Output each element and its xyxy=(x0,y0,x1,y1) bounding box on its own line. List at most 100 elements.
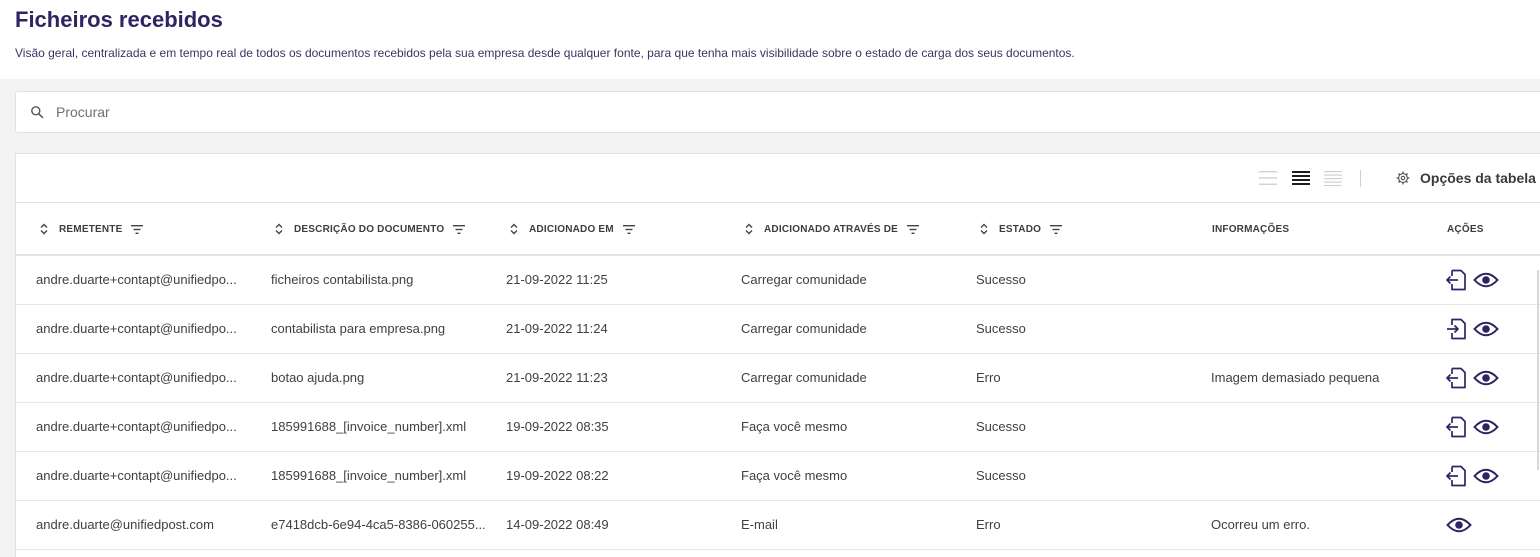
column-header-info: INFORMAÇÕES xyxy=(1212,203,1289,255)
info-cell xyxy=(1211,403,1431,451)
page-subtitle: Visão geral, centralizada e em tempo rea… xyxy=(15,46,1075,60)
table-options-button[interactable]: Opções da tabela xyxy=(1396,166,1536,190)
table-row[interactable]: andre.duarte+contapt@unifiedpo... botao … xyxy=(16,354,1540,403)
toolbar-divider xyxy=(1360,170,1361,187)
status-cell: Sucesso xyxy=(976,468,1026,483)
table-toolbar: Opções da tabela xyxy=(16,154,1540,203)
row-actions xyxy=(1446,366,1499,390)
column-header-status[interactable]: ESTADO xyxy=(979,203,1063,255)
column-header-sender[interactable]: REMETENTE xyxy=(39,203,144,255)
column-label: DESCRIÇÃO DO DOCUMENTO xyxy=(294,223,445,235)
view-icon[interactable] xyxy=(1473,467,1499,485)
search-input[interactable] xyxy=(56,92,1456,132)
added-on-cell: 14-09-2022 08:49 xyxy=(506,517,609,532)
status-cell: Erro xyxy=(976,517,1001,532)
export-document-icon[interactable] xyxy=(1446,269,1466,291)
table-options-label: Opções da tabela xyxy=(1420,170,1536,186)
column-header-added-via[interactable]: ADICIONADO ATRAVÉS DE xyxy=(744,203,920,255)
filter-icon[interactable] xyxy=(131,224,144,234)
added-via-cell: Carregar comunidade xyxy=(741,321,867,336)
info-cell xyxy=(1211,256,1431,304)
sort-icon[interactable] xyxy=(744,223,754,235)
description-cell: e7418dcb-6e94-4ca5-8386-060255... xyxy=(271,517,486,532)
filter-icon[interactable] xyxy=(622,224,635,234)
description-cell: 185991688_[invoice_number].xml xyxy=(271,419,467,434)
status-cell: Sucesso xyxy=(976,419,1026,434)
export-document-icon[interactable] xyxy=(1446,416,1466,438)
status-cell: Erro xyxy=(976,370,1001,385)
description-cell: 185991688_[invoice_number].xml xyxy=(271,468,467,483)
sort-icon[interactable] xyxy=(979,223,989,235)
column-label: ADICIONADO ATRAVÉS DE xyxy=(764,223,899,235)
status-cell: Sucesso xyxy=(976,321,1026,336)
description-cell: ficheiros contabilista.png xyxy=(271,272,414,287)
import-document-icon[interactable] xyxy=(1446,318,1466,340)
column-label: AÇÕES xyxy=(1447,223,1484,235)
row-actions xyxy=(1446,513,1472,537)
sender-cell: andre.duarte+contapt@unifiedpo... xyxy=(36,272,237,287)
standard-density-icon[interactable] xyxy=(1292,170,1310,186)
table-row[interactable]: andre.duarte+contapt@unifiedpo... 185991… xyxy=(16,452,1540,501)
added-on-cell: 21-09-2022 11:25 xyxy=(506,272,608,287)
search-bar xyxy=(15,91,1540,133)
description-cell: botao ajuda.png xyxy=(271,370,365,385)
info-cell xyxy=(1211,305,1431,353)
sender-cell: andre.duarte+contapt@unifiedpo... xyxy=(36,321,237,336)
view-icon[interactable] xyxy=(1446,516,1472,534)
view-icon[interactable] xyxy=(1473,271,1499,289)
added-on-cell: 21-09-2022 11:24 xyxy=(506,321,608,336)
added-via-cell: Carregar comunidade xyxy=(741,272,867,287)
sort-icon[interactable] xyxy=(509,223,519,235)
info-cell: Imagem demasiado pequena xyxy=(1211,370,1380,385)
column-label: ADICIONADO EM xyxy=(529,223,614,235)
sender-cell: andre.duarte+contapt@unifiedpo... xyxy=(36,468,237,483)
sort-icon[interactable] xyxy=(274,223,284,235)
received-files-table: Opções da tabela REMETENTE DESCRIÇÃO DO … xyxy=(15,153,1540,557)
column-header-added-on[interactable]: ADICIONADO EM xyxy=(509,203,635,255)
info-cell xyxy=(1211,452,1431,500)
column-label: REMETENTE xyxy=(59,223,123,235)
page-title: Ficheiros recebidos xyxy=(15,7,223,32)
added-via-cell: Faça você mesmo xyxy=(741,468,848,483)
view-icon[interactable] xyxy=(1473,369,1499,387)
sender-cell: andre.duarte+contapt@unifiedpo... xyxy=(36,419,237,434)
row-actions xyxy=(1446,317,1499,341)
added-via-cell: Faça você mesmo xyxy=(741,419,848,434)
table-row[interactable]: andre.duarte+contapt@unifiedpo... 185991… xyxy=(16,403,1540,452)
comfortable-density-icon[interactable] xyxy=(1324,170,1342,186)
table-row[interactable]: andre.duarte+contapt@unifiedpo... contab… xyxy=(16,305,1540,354)
filter-icon[interactable] xyxy=(907,224,920,234)
export-document-icon[interactable] xyxy=(1446,465,1466,487)
filter-icon[interactable] xyxy=(453,224,466,234)
gear-icon xyxy=(1396,171,1410,185)
row-actions xyxy=(1446,464,1499,488)
compact-density-icon[interactable] xyxy=(1259,170,1277,186)
added-on-cell: 19-09-2022 08:22 xyxy=(506,468,609,483)
row-actions xyxy=(1446,415,1499,439)
sender-cell: andre.duarte@unifiedpost.com xyxy=(36,517,214,532)
column-header-description[interactable]: DESCRIÇÃO DO DOCUMENTO xyxy=(274,203,466,255)
sender-cell: andre.duarte+contapt@unifiedpo... xyxy=(36,370,237,385)
table-row[interactable]: andre.duarte+contapt@unifiedpo... fichei… xyxy=(16,256,1540,305)
description-cell: contabilista para empresa.png xyxy=(271,321,446,336)
view-icon[interactable] xyxy=(1473,418,1499,436)
filter-icon[interactable] xyxy=(1050,224,1063,234)
view-icon[interactable] xyxy=(1473,320,1499,338)
added-on-cell: 21-09-2022 11:23 xyxy=(506,370,608,385)
scrollbar[interactable] xyxy=(1537,270,1539,470)
table-header: REMETENTE DESCRIÇÃO DO DOCUMENTO ADICION… xyxy=(16,203,1540,256)
info-cell: Ocorreu um erro. xyxy=(1211,517,1310,532)
page-header: Ficheiros recebidos Visão geral, central… xyxy=(0,0,1540,79)
added-on-cell: 19-09-2022 08:35 xyxy=(506,419,609,434)
table-row[interactable]: andre.duarte@unifiedpost.com e7418dcb-6e… xyxy=(16,501,1540,550)
added-via-cell: E-mail xyxy=(741,517,778,532)
added-via-cell: Carregar comunidade xyxy=(741,370,867,385)
export-document-icon[interactable] xyxy=(1446,367,1466,389)
sort-icon[interactable] xyxy=(39,223,49,235)
column-header-actions: AÇÕES xyxy=(1447,203,1484,255)
row-actions xyxy=(1446,268,1499,292)
status-cell: Sucesso xyxy=(976,272,1026,287)
search-icon xyxy=(31,106,44,119)
column-label: INFORMAÇÕES xyxy=(1212,223,1290,235)
column-label: ESTADO xyxy=(999,223,1042,235)
